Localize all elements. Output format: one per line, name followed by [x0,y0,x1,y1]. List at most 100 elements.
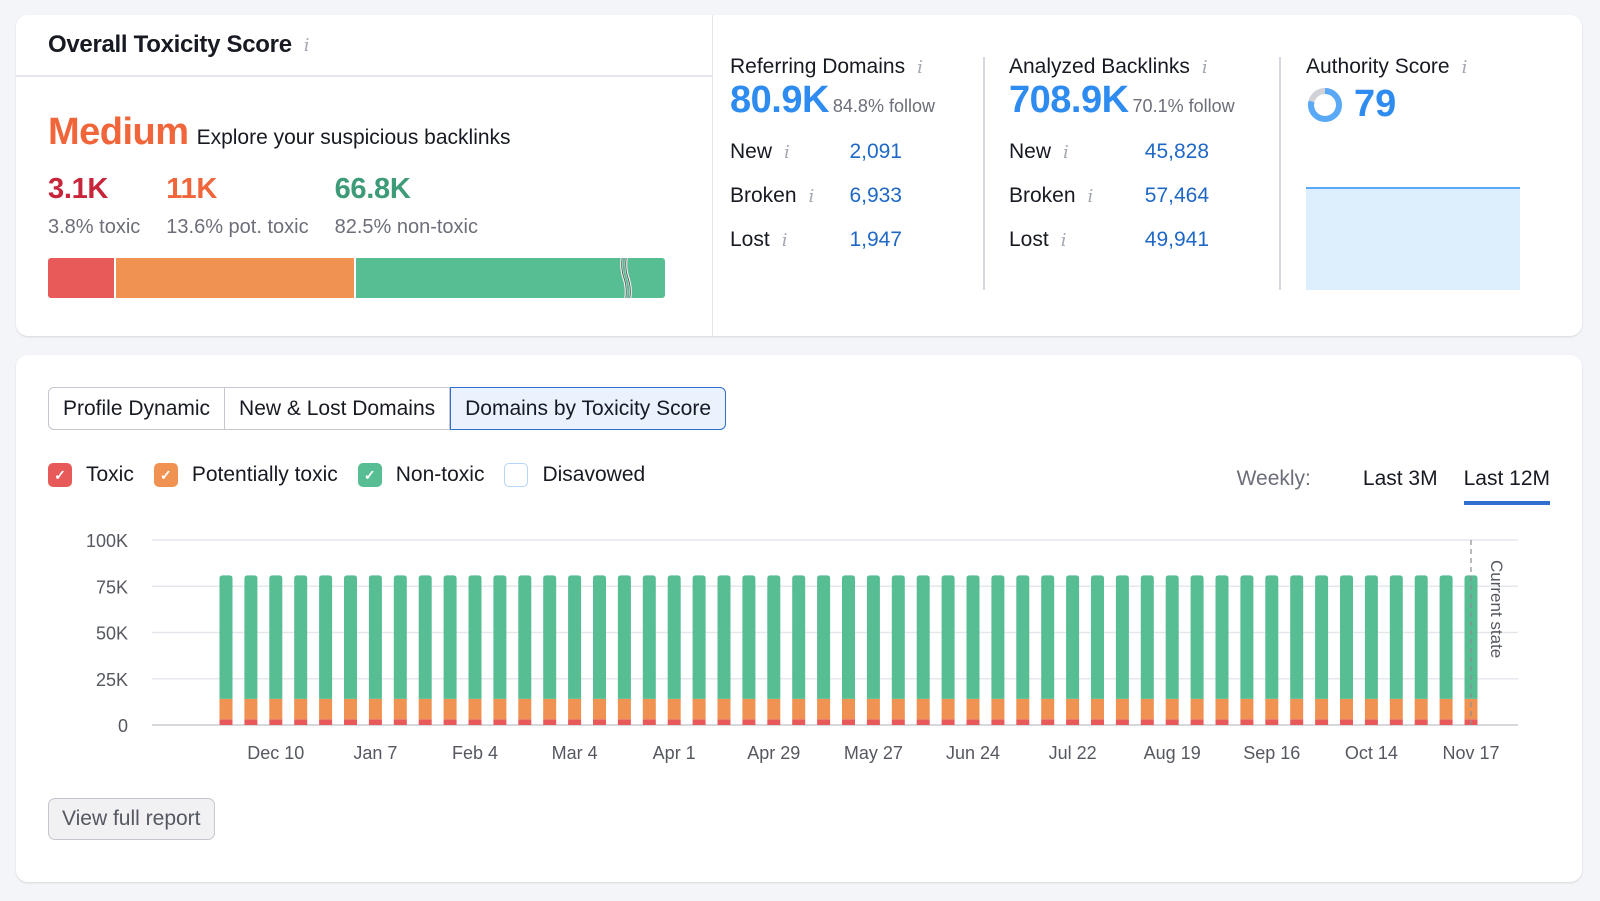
axis-break-icon [620,258,632,298]
info-icon[interactable]: i [1063,142,1069,163]
bar-segment-toxic [319,719,333,725]
checkbox-checked-icon[interactable]: ✓ [153,463,178,487]
pot-toxic-stat[interactable]: 11K 13.6% pot. toxic [166,173,308,239]
toxic-stat[interactable]: 3.1K 3.8% toxic [48,173,140,239]
bar-segment-potentially-toxic [1315,698,1329,720]
period-last-3m[interactable]: Last 3M [1363,467,1438,501]
bar-segment-toxic [1041,719,1055,725]
bar-segment-non-toxic [244,575,258,699]
bar-segment-potentially-toxic [568,698,582,720]
tab-profile-dynamic[interactable]: Profile Dynamic [48,387,226,430]
info-icon[interactable]: i [809,186,815,207]
info-icon[interactable]: i [917,57,923,78]
x-tick-label: Oct 14 [1345,743,1398,763]
bar-segment-toxic [1215,719,1229,725]
suspicious-backlinks-link[interactable]: Explore your suspicious backlinks [197,126,511,150]
bar-segment-non-toxic [717,575,731,699]
view-full-report-button[interactable]: View full report [48,798,215,840]
bar-segment-potentially-toxic [244,698,258,720]
rd-lost-value[interactable]: 1,947 [842,228,902,252]
toxicity-header: Overall Toxicity Score i [16,15,712,77]
bar-segment-non-toxic [1016,575,1030,699]
authority-trend-chart [1306,187,1520,290]
bar-segment-potentially-toxic [792,698,806,720]
bar-segment-toxic [1265,719,1279,725]
info-icon[interactable]: i [1202,57,1208,78]
bar-segment-toxic [1290,719,1304,725]
bar-segment-non-toxic [593,575,606,699]
bar-segment-non-toxic [1364,575,1378,699]
bar-segment-toxic [1364,719,1378,725]
analyzed-backlinks-metric: Analyzed Backlinks i 708.9K 70.1% follow N… [1009,55,1235,254]
x-tick-label: Jan 7 [353,743,397,763]
rd-new-value[interactable]: 2,091 [842,140,902,164]
legend-potentially-toxic[interactable]: ✓ Potentially toxic [153,463,338,487]
bar-segment-toxic [866,719,880,725]
bar-segment-toxic [368,719,382,725]
x-tick-label: Sep 16 [1243,743,1300,763]
legend-label: Disavowed [542,463,646,486]
bar-segment-potentially-toxic [1165,698,1179,720]
bar-segment-potentially-toxic [1190,698,1204,720]
info-icon[interactable]: i [782,230,788,251]
rd-broken-value[interactable]: 6,933 [842,184,902,208]
bar-segment-potentially-toxic [1414,698,1428,720]
bar-segment-non-toxic [1041,575,1055,699]
info-icon[interactable]: i [1462,57,1468,78]
info-icon[interactable]: i [784,142,790,163]
non-toxic-stat[interactable]: 66.8K 82.5% non-toxic [335,173,478,239]
bar-segment-potentially-toxic [1290,698,1304,720]
bar-segment-toxic [1140,719,1154,725]
bar-segment-toxic [1190,719,1204,725]
bar-segment-non-toxic [568,575,582,699]
bar-segment-non-toxic [842,575,855,699]
legend-disavowed[interactable]: Disavowed [504,463,645,487]
ab-lost-value[interactable]: 49,941 [1121,228,1209,252]
bar-segment-toxic [468,719,482,725]
tab-domains-by-toxicity[interactable]: Domains by Toxicity Score [450,387,726,430]
bar-segment-potentially-toxic [642,698,656,720]
bar-segment-toxic [493,719,507,725]
ab-new-value[interactable]: 45,828 [1121,140,1209,164]
bar-segment-potentially-toxic [1016,698,1030,720]
bar-segment-toxic [1066,719,1080,725]
non-toxic-segment [356,258,665,298]
info-icon[interactable]: i [1061,230,1067,251]
legend-toxic[interactable]: ✓ Toxic [48,463,134,487]
bar-segment-toxic [219,719,233,725]
rd-lost-label: Lost [730,228,770,251]
info-icon[interactable]: i [304,35,310,56]
bar-segment-toxic [393,719,407,725]
bar-segment-non-toxic [642,575,656,699]
bar-segment-non-toxic [368,575,382,699]
analyzed-backlinks-value[interactable]: 708.9K [1009,79,1129,121]
bar-segment-potentially-toxic [667,698,681,720]
toxicity-panel: Overall Toxicity Score i Medium Explore … [16,15,713,336]
bar-segment-potentially-toxic [1340,698,1353,720]
non-toxic-label: 82.5% non-toxic [334,216,478,238]
authority-score-value: 79 [1354,83,1397,125]
checkbox-unchecked-icon[interactable] [504,463,529,487]
bar-segment-potentially-toxic [468,698,482,720]
bar-segment-non-toxic [742,575,756,699]
checkbox-checked-icon[interactable]: ✓ [357,463,382,487]
toxicity-stats: 3.1K 3.8% toxic 11K 13.6% pot. toxic 66.… [48,173,504,239]
referring-domains-value[interactable]: 80.9K [730,79,829,121]
non-toxic-value: 66.8K [334,173,411,205]
bar-segment-potentially-toxic [418,698,432,720]
tab-new-lost-domains[interactable]: New & Lost Domains [225,387,451,430]
ab-new-label: New [1009,140,1052,163]
bar-segment-potentially-toxic [1265,698,1279,720]
bar-segment-non-toxic [1464,575,1478,699]
legend-non-toxic[interactable]: ✓ Non-toxic [357,463,485,487]
bar-segment-potentially-toxic [443,698,457,720]
bar-segment-toxic [418,719,432,725]
checkbox-checked-icon[interactable]: ✓ [48,463,72,487]
ab-broken-value[interactable]: 57,464 [1121,184,1209,208]
bar-segment-non-toxic [692,575,706,699]
legend-label: Non-toxic [395,463,485,486]
bar-segment-non-toxic [941,575,955,699]
bar-segment-potentially-toxic [742,698,756,720]
info-icon[interactable]: i [1088,186,1094,207]
period-last-12m[interactable]: Last 12M [1463,467,1550,505]
